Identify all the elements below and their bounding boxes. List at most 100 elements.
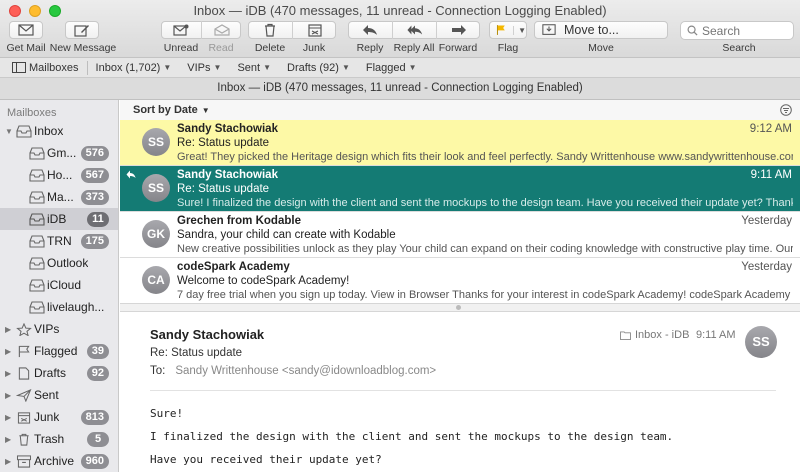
window-title: Inbox — iDB (470 messages, 11 unread - C… (193, 3, 607, 18)
avatar: SS (142, 128, 170, 156)
inbox-tray-icon (29, 256, 45, 270)
sidebar-item-account-selected[interactable]: iDB 11 (0, 208, 118, 230)
flag-button[interactable]: ▼ (489, 21, 527, 39)
sidebar-item-label: iDB (47, 212, 67, 226)
sidebar-item-account[interactable]: Ho... 567 (0, 164, 118, 186)
flag-label: Flag (497, 42, 519, 54)
new-message-button[interactable] (65, 21, 99, 39)
reader-time: 9:11 AM (696, 329, 736, 341)
read-envelope-icon (213, 24, 230, 36)
sidebar-item-inbox[interactable]: ▼ Inbox (0, 120, 118, 142)
sidebar-item-account[interactable]: Gm... 576 (0, 142, 118, 164)
sidebar-item-drafts[interactable]: ▶ Drafts 92 (0, 362, 118, 384)
disclosure-closed-icon[interactable]: ▶ (5, 347, 11, 356)
unread-envelope-icon (173, 24, 189, 36)
move-to-button[interactable]: Move to... (534, 21, 668, 39)
favorites-sent-button[interactable]: Sent ▼ (229, 62, 279, 74)
favorites-drafts-button[interactable]: Drafts (92) ▼ (279, 62, 358, 74)
message-list: Sort by Date ▼ SS Sandy Stachowiak 9:12 … (120, 100, 800, 304)
inbox-tray-icon (29, 190, 45, 204)
sidebar-item-archive[interactable]: ▶ Archive 960 (0, 450, 118, 472)
get-mail-label: Get Mail (6, 42, 46, 54)
junk-icon (307, 24, 322, 37)
disclosure-closed-icon[interactable]: ▶ (5, 435, 11, 444)
unread-count-badge: 11 (87, 212, 109, 227)
sidebar-item-account[interactable]: Outlook (0, 252, 118, 274)
pane-splitter[interactable] (120, 303, 800, 312)
message-sender: Sandy Stachowiak (177, 123, 278, 135)
reader-mailbox: Inbox - iDB (620, 329, 689, 341)
sort-label: Sort by Date (133, 104, 198, 116)
new-message-label: New Message (49, 42, 117, 54)
favorites-flagged-button[interactable]: Flagged ▼ (358, 62, 425, 74)
favorites-flagged-label: Flagged (365, 61, 406, 74)
unread-label: Unread (163, 42, 199, 54)
message-subject: Re: Status update (177, 183, 270, 195)
avatar: SS (745, 326, 777, 358)
message-row[interactable]: SS Sandy Stachowiak 9:12 AM Re: Status u… (120, 120, 800, 166)
sidebar-item-account[interactable]: livelaugh... (0, 296, 118, 318)
delete-button[interactable] (248, 21, 292, 39)
sort-menu-button[interactable]: Sort by Date ▼ (120, 100, 800, 120)
sidebar-item-vips[interactable]: ▶ VIPs (0, 318, 118, 340)
read-button[interactable] (202, 21, 241, 39)
sidebar-item-account[interactable]: Ma... 373 (0, 186, 118, 208)
splitter-handle[interactable] (456, 305, 461, 310)
sidebar-item-flagged[interactable]: ▶ Flagged 39 (0, 340, 118, 362)
sidebar-item-junk[interactable]: ▶ Junk 813 (0, 406, 118, 428)
message-row-selected[interactable]: SS Sandy Stachowiak 9:11 AM Re: Status u… (120, 166, 800, 212)
reply-all-button[interactable] (393, 21, 436, 39)
forward-button[interactable] (437, 21, 480, 39)
disclosure-open-icon[interactable]: ▼ (5, 127, 13, 136)
sidebar-item-account[interactable]: iCloud (0, 274, 118, 296)
disclosure-closed-icon[interactable]: ▶ (5, 369, 11, 378)
favorites-drafts-label: Drafts (92) (287, 61, 339, 74)
disclosure-closed-icon[interactable]: ▶ (5, 457, 11, 466)
sidebar-item-sent[interactable]: ▶ Sent (0, 384, 118, 406)
reply-button[interactable] (348, 21, 392, 39)
chevron-down-icon: ▼ (201, 105, 210, 115)
get-mail-button[interactable] (9, 21, 43, 39)
favorites-inbox-button[interactable]: Inbox (1,702) ▼ (88, 62, 180, 74)
search-input[interactable] (702, 23, 782, 38)
body-line: Have you received their update yet? (150, 453, 382, 466)
unread-button[interactable] (161, 21, 201, 39)
unread-count-badge: 567 (80, 168, 109, 183)
sidebar-item-label: Gm... (47, 146, 77, 160)
count-badge: 813 (80, 410, 109, 425)
delete-label: Delete (254, 42, 286, 54)
inbox-tray-icon (16, 124, 32, 138)
junk-button[interactable] (293, 21, 336, 39)
favorites-vips-label: VIPs (187, 61, 211, 74)
sidebar-item-label: Flagged (34, 344, 78, 358)
chevron-down-icon: ▼ (213, 63, 222, 72)
favorites-vips-button[interactable]: VIPs ▼ (179, 62, 229, 74)
disclosure-closed-icon[interactable]: ▶ (5, 413, 11, 422)
flag-icon (496, 25, 505, 35)
paper-plane-icon (16, 388, 32, 402)
disclosure-closed-icon[interactable]: ▶ (5, 325, 11, 334)
chevron-down-icon: ▼ (408, 63, 417, 72)
avatar: CA (142, 266, 170, 294)
unread-count-badge: 175 (80, 234, 109, 249)
message-preview: 7 day free trial when you sign up today.… (177, 289, 793, 301)
inbox-tray-icon (29, 212, 45, 226)
unread-count-badge: 576 (80, 146, 109, 161)
filter-icon[interactable] (780, 104, 792, 116)
sidebar-item-account[interactable]: TRN 175 (0, 230, 118, 252)
star-icon (16, 322, 32, 336)
sidebar-item-trash[interactable]: ▶ Trash 5 (0, 428, 118, 450)
message-row[interactable]: CA codeSpark Academy Yesterday Welcome t… (120, 258, 800, 304)
message-row[interactable]: GK Grechen from Kodable Yesterday Sandra… (120, 212, 800, 258)
search-field[interactable] (680, 21, 794, 40)
forward-label: Forward (438, 42, 478, 54)
disclosure-closed-icon[interactable]: ▶ (5, 391, 11, 400)
sidebar-item-label: Outlook (47, 256, 89, 270)
avatar: SS (142, 174, 170, 202)
recipient-address[interactable]: Sandy Writtenhouse <sandy@idownloadblog.… (175, 365, 436, 377)
favorites-sent-label: Sent (237, 61, 261, 74)
compose-icon (74, 25, 89, 37)
message-preview: Great! They picked the Heritage design w… (177, 151, 793, 163)
flag-dropdown-icon[interactable]: ▼ (513, 25, 526, 35)
favorites-mailboxes-button[interactable]: Mailboxes (0, 62, 87, 74)
